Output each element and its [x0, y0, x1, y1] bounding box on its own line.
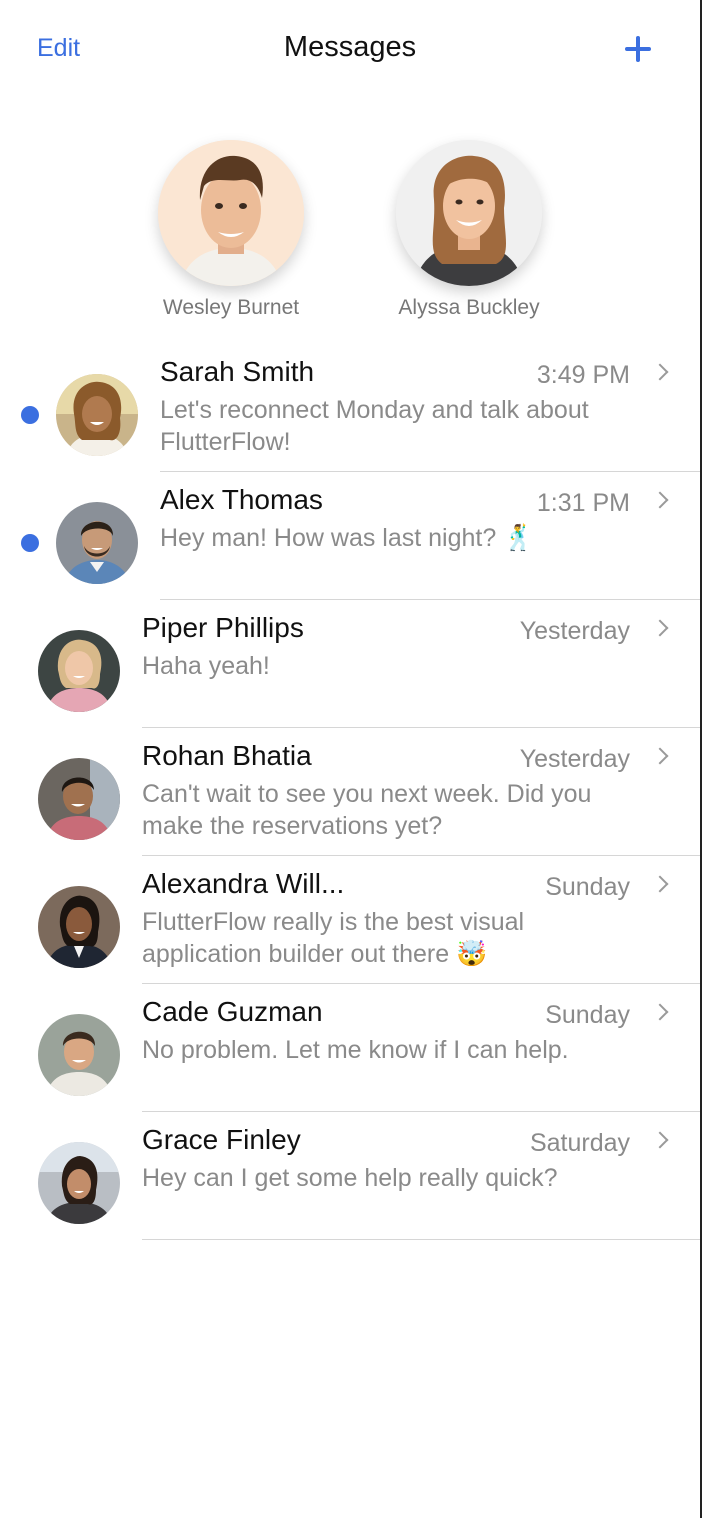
pinned-contact-name: Alyssa Buckley [398, 296, 540, 319]
plus-icon[interactable] [622, 33, 654, 65]
page-title: Messages [283, 31, 417, 63]
message-preview: Haha yeah! [142, 652, 270, 680]
unread-indicator [21, 534, 39, 552]
chevron-right-icon [651, 875, 669, 893]
contact-name: Cade Guzman [142, 996, 323, 1027]
nav-bar: Edit Messages [0, 0, 700, 100]
avatar [158, 140, 304, 286]
avatar [38, 886, 120, 968]
conversation-row-grace-finley[interactable]: Grace Finley Saturday Hey can I get some… [0, 1112, 700, 1240]
avatar [38, 630, 120, 712]
contact-name: Grace Finley [142, 1124, 301, 1155]
contact-name: Sarah Smith [160, 356, 315, 387]
message-preview: No problem. Let me know if I can help. [142, 1036, 569, 1064]
message-time: Yesterday [519, 617, 630, 645]
conversation-content: Alex Thomas 1:31 PM Hey man! How was las… [160, 472, 700, 600]
contact-name: Rohan Bhatia [142, 740, 312, 771]
message-preview: Let's reconnect Monday and talk about Fl… [160, 396, 589, 456]
avatar [38, 758, 120, 840]
divider [142, 1238, 700, 1240]
message-time: Saturday [529, 1129, 630, 1157]
chevron-right-icon [651, 1003, 669, 1021]
contact-name: Piper Phillips [142, 612, 304, 643]
pinned-contact-wesley[interactable]: Wesley Burnet [131, 140, 331, 320]
conversation-content: Piper Phillips Yesterday Haha yeah! [142, 600, 700, 728]
chevron-right-icon [651, 491, 669, 509]
conversation-row-alexandra[interactable]: Alexandra Will... Sunday FlutterFlow rea… [0, 856, 700, 984]
message-time: Yesterday [519, 745, 630, 773]
message-preview: Hey man! How was last night? 🕺 [160, 524, 535, 552]
chevron-right-icon [651, 619, 669, 637]
avatar [56, 374, 138, 456]
conversation-content: Sarah Smith 3:49 PM Let's reconnect Mond… [160, 344, 700, 472]
conversation-row-sarah-smith[interactable]: Sarah Smith 3:49 PM Let's reconnect Mond… [0, 344, 700, 472]
chevron-right-icon [651, 1131, 669, 1149]
avatar [396, 140, 542, 286]
message-time: 3:49 PM [536, 361, 630, 389]
pinned-contact-alyssa[interactable]: Alyssa Buckley [369, 140, 569, 320]
message-preview: Hey can I get some help really quick? [142, 1164, 558, 1192]
conversation-row-alex-thomas[interactable]: Alex Thomas 1:31 PM Hey man! How was las… [0, 472, 700, 600]
message-preview: FlutterFlow really is the best visual ap… [142, 908, 525, 968]
pinned-contacts: Wesley Burnet Alyssa Buckley [0, 140, 700, 330]
pinned-contact-name: Wesley Burnet [162, 296, 300, 319]
contact-name: Alex Thomas [160, 484, 323, 515]
conversation-content: Grace Finley Saturday Hey can I get some… [142, 1112, 700, 1240]
contact-name: Alexandra Will... [142, 868, 345, 899]
chevron-right-icon [651, 363, 669, 381]
chevron-right-icon [651, 747, 669, 765]
message-time: Sunday [545, 1001, 630, 1029]
conversation-row-rohan-bhatia[interactable]: Rohan Bhatia Yesterday Can't wait to see… [0, 728, 700, 856]
unread-indicator [21, 406, 39, 424]
avatar [38, 1142, 120, 1224]
message-preview: Can't wait to see you next week. Did you… [142, 780, 592, 840]
avatar [56, 502, 138, 584]
conversation-content: Alexandra Will... Sunday FlutterFlow rea… [142, 856, 700, 984]
conversation-row-cade-guzman[interactable]: Cade Guzman Sunday No problem. Let me kn… [0, 984, 700, 1112]
avatar [38, 1014, 120, 1096]
messages-screen: Edit Messages Wesley Burnet Alyssa Buckl… [0, 0, 702, 1518]
message-time: Sunday [545, 873, 630, 901]
conversation-content: Cade Guzman Sunday No problem. Let me kn… [142, 984, 700, 1112]
conversation-row-piper-phillips[interactable]: Piper Phillips Yesterday Haha yeah! [0, 600, 700, 728]
conversation-list: Sarah Smith 3:49 PM Let's reconnect Mond… [0, 344, 700, 1240]
message-time: 1:31 PM [536, 489, 630, 517]
conversation-content: Rohan Bhatia Yesterday Can't wait to see… [142, 728, 700, 856]
